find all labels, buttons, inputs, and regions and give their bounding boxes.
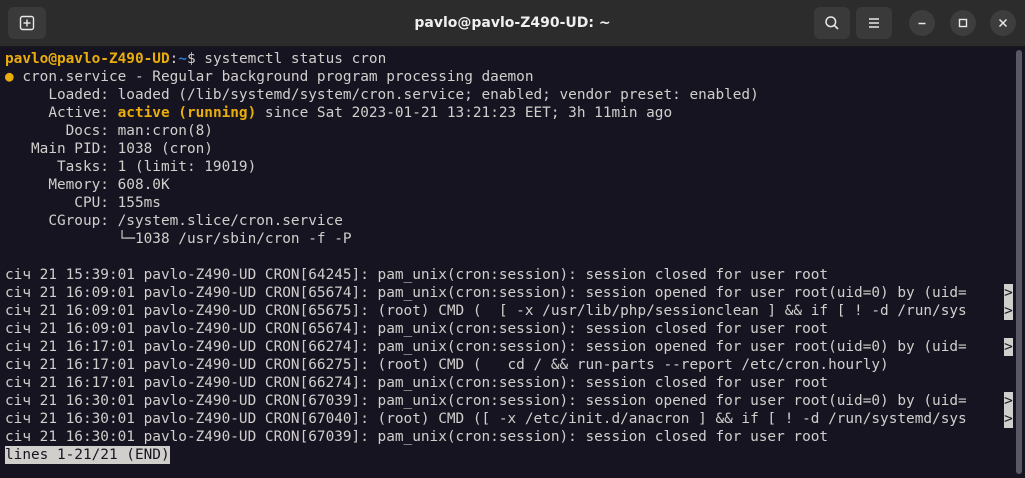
cgroup-line: CGroup: /system.slice/cron.service — [5, 213, 343, 229]
menu-button[interactable] — [856, 7, 892, 39]
maximize-icon — [958, 18, 968, 28]
pager-status: lines 1-21/21 (END) — [5, 446, 170, 464]
log-text: січ 21 16:17:01 pavlo-Z490-UD CRON[66274… — [5, 339, 967, 355]
maximize-button[interactable] — [950, 10, 976, 36]
truncation-marker: > — [1004, 302, 1013, 320]
truncation-marker: > — [1004, 392, 1013, 410]
log-line: січ 21 16:17:01 pavlo-Z490-UD CRON[66274… — [5, 338, 1013, 356]
search-button[interactable] — [814, 7, 850, 39]
memory-line: Memory: 608.0K — [5, 177, 170, 193]
cgroup-child-line: └─1038 /usr/sbin/cron -f -P — [5, 231, 352, 247]
log-text: січ 21 15:39:01 pavlo-Z490-UD CRON[64245… — [5, 267, 829, 283]
log-line: січ 21 16:09:01 pavlo-Z490-UD CRON[65675… — [5, 302, 1013, 320]
log-text: січ 21 16:09:01 pavlo-Z490-UD CRON[65674… — [5, 321, 829, 337]
prompt-colon: : — [169, 51, 179, 67]
minimize-button[interactable] — [909, 10, 935, 36]
command-text: systemctl status cron — [204, 51, 387, 67]
log-text: січ 21 16:30:01 pavlo-Z490-UD CRON[67040… — [5, 411, 967, 427]
loaded-line: Loaded: loaded (/lib/systemd/system/cron… — [5, 87, 759, 103]
service-description: cron.service - Regular background progra… — [13, 69, 534, 85]
hamburger-menu-icon — [869, 18, 879, 28]
active-label: Active: — [5, 105, 118, 121]
service-status-bullet: ● — [5, 69, 14, 85]
cpu-line: CPU: 155ms — [5, 195, 161, 211]
docs-line: Docs: man:cron(8) — [5, 123, 213, 139]
search-icon — [825, 16, 839, 30]
log-line: січ 21 16:30:01 pavlo-Z490-UD CRON[67039… — [5, 392, 1013, 410]
log-line: січ 21 16:17:01 pavlo-Z490-UD CRON[66275… — [5, 356, 1013, 374]
log-line: січ 21 16:09:01 pavlo-Z490-UD CRON[65674… — [5, 320, 1013, 338]
prompt-symbol: $ — [186, 51, 205, 67]
truncation-marker: > — [1004, 410, 1013, 428]
prompt-path: ~ — [178, 51, 187, 67]
title-bar[interactable]: pavlo@pavlo-Z490-UD: ~ — [0, 0, 1025, 47]
log-line: січ 21 16:30:01 pavlo-Z490-UD CRON[67040… — [5, 410, 1013, 428]
minimize-icon — [918, 22, 926, 25]
pager-status-line: lines 1-21/21 (END) — [5, 446, 1013, 464]
truncation-marker: > — [1004, 284, 1013, 302]
terminal-output[interactable]: pavlo@pavlo-Z490-UD:~$ systemctl status … — [0, 47, 1013, 478]
log-line: січ 21 15:39:01 pavlo-Z490-UD CRON[64245… — [5, 266, 1013, 284]
log-text: січ 21 16:17:01 pavlo-Z490-UD CRON[66275… — [5, 357, 889, 373]
close-icon — [998, 18, 1008, 28]
truncation-marker: > — [1004, 338, 1013, 356]
log-text: січ 21 16:30:01 pavlo-Z490-UD CRON[67039… — [5, 429, 829, 445]
main-pid-line: Main PID: 1038 (cron) — [5, 141, 213, 157]
log-text: січ 21 16:09:01 pavlo-Z490-UD CRON[65675… — [5, 303, 967, 319]
log-line: січ 21 16:09:01 pavlo-Z490-UD CRON[65674… — [5, 284, 1013, 302]
close-button[interactable] — [990, 10, 1016, 36]
active-line: Active: active (running) since Sat 2023-… — [5, 104, 1013, 122]
tasks-line: Tasks: 1 (limit: 19019) — [5, 159, 257, 175]
log-line: січ 21 16:17:01 pavlo-Z490-UD CRON[66274… — [5, 374, 1013, 392]
log-text: січ 21 16:09:01 pavlo-Z490-UD CRON[65674… — [5, 285, 967, 301]
service-line: ● cron.service - Regular background prog… — [5, 68, 1013, 86]
log-text: січ 21 16:17:01 pavlo-Z490-UD CRON[66274… — [5, 375, 829, 391]
terminal-window: pavlo@pavlo-Z490-UD: ~ pavlo@pavlo-Z490-… — [0, 0, 1025, 478]
log-line: січ 21 16:30:01 pavlo-Z490-UD CRON[67039… — [5, 428, 1013, 446]
log-list: січ 21 15:39:01 pavlo-Z490-UD CRON[64245… — [0, 266, 1013, 446]
prompt-user-host: pavlo@pavlo-Z490-UD — [5, 51, 170, 67]
active-since: since Sat 2023-01-21 13:21:23 EET; 3h 11… — [256, 105, 673, 121]
active-state: active (running) — [117, 105, 257, 121]
prompt-line: pavlo@pavlo-Z490-UD:~$ systemctl status … — [5, 50, 1013, 68]
scrollbar-thumb[interactable] — [1016, 50, 1022, 474]
log-text: січ 21 16:30:01 pavlo-Z490-UD CRON[67039… — [5, 393, 967, 409]
